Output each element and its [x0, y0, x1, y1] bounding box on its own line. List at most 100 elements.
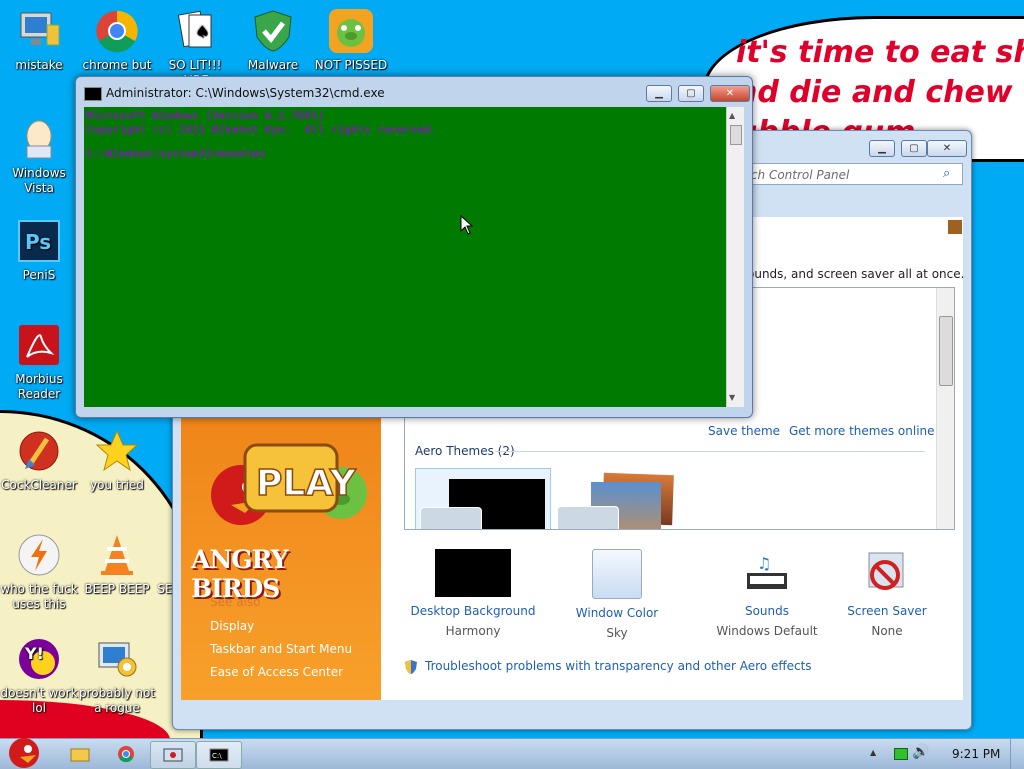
cmd-icon[interactable]: C:\ — [196, 741, 242, 769]
see-also-heading: See also — [210, 595, 261, 609]
desktop-icon-label: who the fuck uses this — [0, 582, 78, 611]
show-hidden-icons-icon[interactable]: ▲ — [870, 748, 876, 757]
screen-saver-setting[interactable]: Screen Saver None — [821, 549, 953, 638]
desktop-icon-label: probably not a rogue — [78, 686, 156, 715]
bubble-line-1: it's time to eat shi — [736, 35, 1024, 70]
desktop-icon-chrome[interactable]: chrome but — [78, 8, 156, 73]
theme-tile-selected[interactable] — [415, 468, 551, 529]
setting-value: Harmony — [445, 624, 501, 638]
desktop-icon-label: BEEP BEEP — [84, 582, 150, 596]
desktop-icon-label: PeniS — [22, 268, 56, 282]
console-line: Microsoft Windows [Version 6.1.7601] — [86, 109, 325, 122]
link-taskbar-start-menu[interactable]: Taskbar and Start Menu — [210, 642, 352, 656]
divider — [495, 451, 925, 452]
play-label: PLAY — [256, 463, 357, 504]
clock[interactable]: 9:21 PM — [952, 747, 1000, 761]
explorer-icon[interactable] — [58, 741, 102, 767]
theme-color-chip — [557, 506, 619, 529]
console-line: Copyright (c) 2012 Bikehut Kyo. All righ… — [86, 123, 437, 136]
scroll-thumb[interactable] — [730, 125, 742, 145]
maximize-button[interactable]: ▢ — [901, 140, 927, 157]
minimize-button[interactable]: ▁ — [869, 140, 895, 157]
scroll-thumb[interactable] — [939, 316, 953, 386]
theme-color-chip — [420, 507, 482, 529]
close-button[interactable]: ✕ — [927, 140, 967, 157]
link-ease-of-access[interactable]: Ease of Access Center — [210, 665, 343, 679]
desktop-icon-yahoo[interactable]: Y! doesn't work lol — [0, 636, 78, 716]
svg-text:C:\: C:\ — [212, 752, 222, 760]
desktop-icon-probably-not-a-rogue[interactable]: probably not a rogue — [78, 636, 156, 716]
desktop-background-setting[interactable]: Desktop Background Harmony — [407, 549, 539, 638]
desktop-icon-photoshop[interactable]: Ps PeniS — [0, 218, 78, 283]
yahoo-icon: Y! — [16, 636, 62, 682]
console-line: C:\Windows\system32>mounten — [86, 147, 265, 160]
mouse-cursor-icon — [460, 214, 474, 238]
antivirus-icon — [94, 636, 140, 682]
solitaire-icon: ♠ — [172, 8, 218, 54]
search-icon[interactable]: ⌕ — [943, 166, 950, 181]
desktop-icon-label: chrome but — [82, 58, 152, 72]
desktop-icon-you-tried[interactable]: you tried — [78, 428, 156, 493]
network-icon[interactable] — [894, 748, 908, 760]
desktop-icon-winamp[interactable]: who the fuck uses this — [0, 532, 78, 612]
svg-text:♠: ♠ — [195, 22, 209, 41]
desktop-background-icon — [435, 549, 511, 597]
personalization-intro: ounds, and screen saver all at once. — [747, 267, 965, 281]
egg-icon — [16, 116, 62, 162]
control-panel-icon[interactable] — [150, 741, 196, 769]
theme-tile-landscapes[interactable] — [555, 468, 689, 529]
troubleshoot-link[interactable]: Troubleshoot problems with transparency … — [425, 659, 812, 673]
desktop-icon-label: you tried — [90, 478, 144, 492]
sounds-icon: ♫ — [743, 549, 791, 597]
winamp-icon — [16, 532, 62, 578]
desktop-icon-label: Malware — [247, 58, 299, 72]
setting-label: Screen Saver — [847, 604, 927, 618]
setting-label: Window Color — [575, 606, 659, 620]
desktop-icon-malware[interactable]: Malware — [234, 8, 312, 73]
desktop-icon-label: Morbius Reader — [15, 372, 63, 401]
desktop-icon-not-pissed[interactable]: NOT PISSED — [312, 8, 390, 73]
desktop-icon-mistake[interactable]: mistake — [0, 8, 78, 73]
minimize-button[interactable]: ▁ — [646, 85, 672, 102]
ccleaner-icon — [16, 428, 62, 474]
vlc-icon — [94, 532, 140, 578]
theme-list-scrollbar[interactable] — [936, 288, 954, 529]
svg-text:♫: ♫ — [757, 554, 771, 573]
get-more-themes-link[interactable]: Get more themes online — [789, 424, 935, 438]
setting-value: Sky — [606, 626, 628, 640]
desktop-icon-label: NOT PISSED — [314, 58, 388, 72]
desktop-icon-label: Windows Vista — [12, 166, 66, 195]
scroll-up-icon[interactable]: ▲ — [729, 111, 735, 120]
cmd-window[interactable]: Administrator: C:\Windows\System32\cmd.e… — [75, 76, 753, 418]
setting-label: Desktop Background — [410, 604, 536, 618]
star-icon — [94, 428, 140, 474]
pdf-reader-icon — [16, 322, 62, 368]
console-output[interactable]: Microsoft Windows [Version 6.1.7601] Cop… — [84, 107, 726, 407]
save-theme-link[interactable]: Save theme — [708, 424, 780, 438]
show-desktop-button[interactable] — [1010, 739, 1024, 769]
svg-text:Ps: Ps — [25, 230, 51, 254]
chrome-icon[interactable] — [104, 741, 148, 767]
setting-value: None — [871, 624, 903, 638]
cmd-icon — [84, 87, 102, 101]
shield-icon — [403, 659, 419, 675]
scroll-down-icon[interactable]: ▼ — [729, 393, 735, 402]
desktop-icon-windows-vista[interactable]: Windows Vista — [0, 116, 78, 196]
desktop-icon-cockcleaner[interactable]: CockCleaner — [0, 428, 78, 493]
help-icon[interactable] — [947, 219, 963, 235]
desktop-icon-label: CockCleaner — [1, 478, 77, 492]
link-display[interactable]: Display — [210, 619, 254, 633]
photoshop-icon: Ps — [16, 218, 62, 264]
desktop-icon-label: mistake — [15, 58, 63, 72]
console-scrollbar[interactable]: ▲ ▼ — [726, 107, 744, 407]
start-orb-angry-bird-icon[interactable] — [2, 733, 46, 769]
desktop-icon-label: doesn't work lol — [0, 686, 78, 715]
search-input[interactable]: rch Control Panel — [741, 163, 963, 185]
chrome-icon — [94, 8, 140, 54]
desktop-icon-beep-beep[interactable]: BEEP BEEP — [78, 532, 156, 597]
volume-icon[interactable]: 🔊 — [912, 744, 929, 760]
window-color-setting[interactable]: Window Color Sky — [551, 549, 683, 640]
close-button[interactable]: ✕ — [710, 85, 750, 102]
maximize-button[interactable]: ▢ — [678, 85, 704, 102]
desktop-icon-morbius-reader[interactable]: Morbius Reader — [0, 322, 78, 402]
